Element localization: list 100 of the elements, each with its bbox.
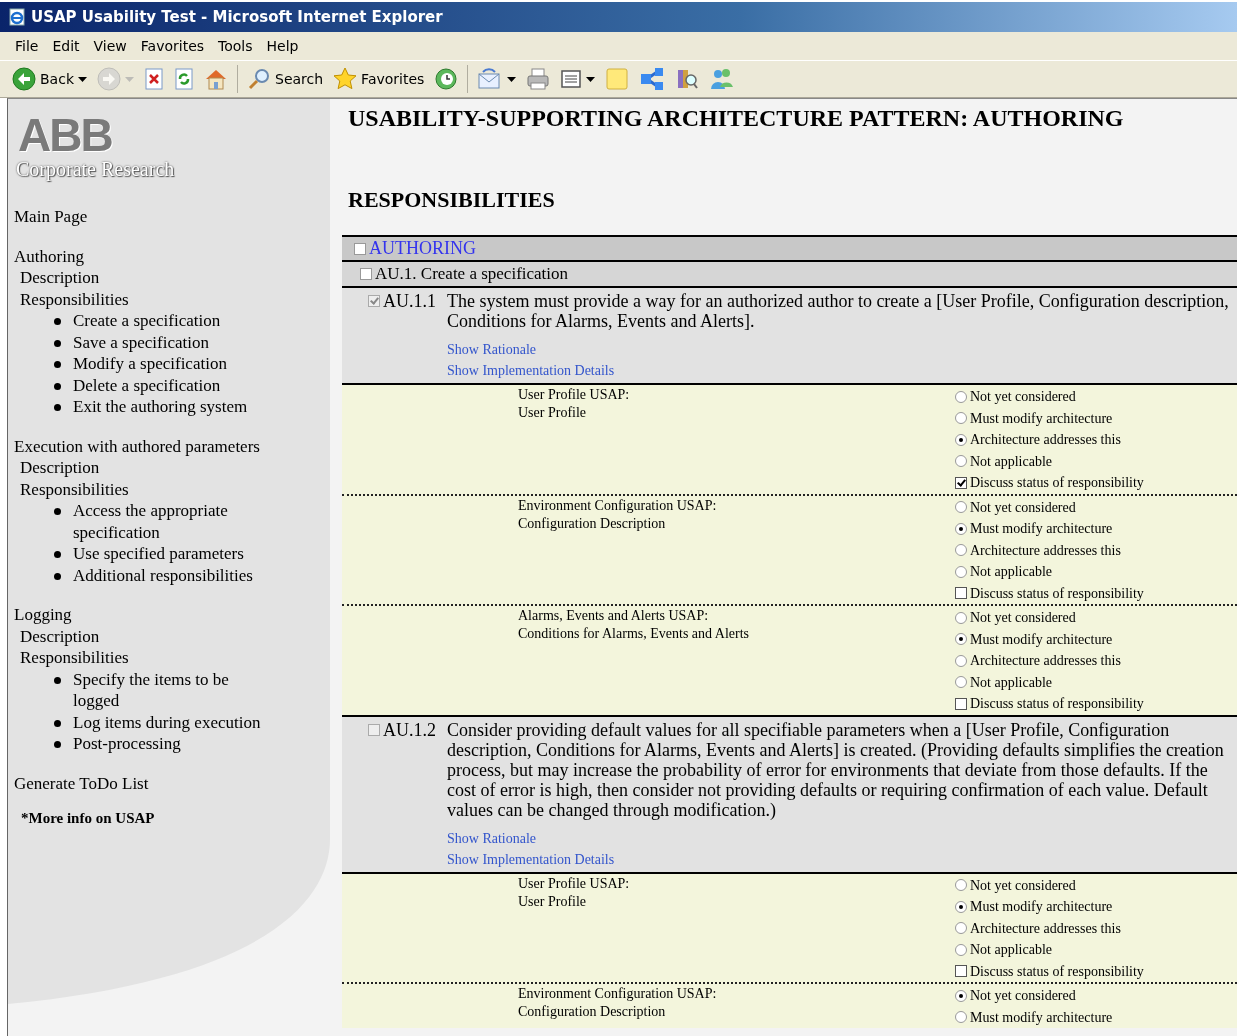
responsibility-link[interactable]: Modify a specification xyxy=(73,353,263,375)
bullet-icon xyxy=(54,572,61,580)
option-label: Discuss status of responsibility xyxy=(970,962,1144,981)
radio-button[interactable] xyxy=(955,455,967,468)
sub-link[interactable]: Responsibilities xyxy=(20,478,129,500)
menu-item[interactable]: Tools xyxy=(211,38,260,54)
usap-subtitle: Configuration Description xyxy=(518,1003,666,1021)
show-link[interactable]: Show Rationale xyxy=(447,339,537,360)
todo-link[interactable]: Generate ToDo List xyxy=(14,772,149,794)
option-label: Not applicable xyxy=(970,452,1053,471)
menu-item[interactable]: Edit xyxy=(45,38,87,54)
checkbox[interactable] xyxy=(354,242,366,255)
radio-button[interactable] xyxy=(955,922,967,935)
checkbox[interactable] xyxy=(955,476,967,489)
option-label: Not yet considered xyxy=(970,388,1076,406)
radio-button[interactable] xyxy=(955,544,967,557)
star-icon xyxy=(333,67,358,91)
usap-subtitle: Configuration Description xyxy=(518,514,666,533)
menu-item[interactable]: View xyxy=(86,38,134,54)
sub-link[interactable]: Description xyxy=(20,267,100,289)
option-label: Must modify architecture xyxy=(970,1008,1113,1027)
responsibility-link[interactable]: Additional responsibilities xyxy=(73,564,263,586)
radio-button[interactable] xyxy=(955,900,967,913)
sub-link[interactable]: Responsibilities xyxy=(20,288,129,310)
radio-button[interactable] xyxy=(955,989,967,1002)
menu-item[interactable]: Help xyxy=(259,38,306,54)
book-icon xyxy=(675,67,700,91)
sub-link[interactable]: Description xyxy=(20,625,100,647)
responsibility-link[interactable]: Post-processing xyxy=(73,733,263,755)
show-link[interactable]: Show Implementation Details xyxy=(447,848,615,870)
usap-subtitle: Conditions for Alarms, Events and Alerts xyxy=(518,625,749,643)
checkbox[interactable] xyxy=(368,295,380,307)
radio-button[interactable] xyxy=(955,1011,967,1024)
checkbox[interactable] xyxy=(955,697,967,710)
share-icon xyxy=(639,67,666,91)
responsibility-link[interactable]: Specify the items to be logged xyxy=(73,668,263,712)
search-button[interactable]: Search xyxy=(243,65,328,93)
bullet-icon xyxy=(54,676,61,684)
section-link[interactable]: Authoring xyxy=(14,245,84,267)
caret-icon xyxy=(125,76,134,82)
radio-button[interactable] xyxy=(955,654,967,667)
bullet-icon xyxy=(54,719,61,727)
responsibility-text: The system must provide a way for an authorized author to create a [User Profile, Configuration description, Conditions for Alarms, Events and Alerts]. xyxy=(447,291,1230,331)
usap-title: Environment Configuration USAP: xyxy=(518,985,717,1003)
logo: ABB xyxy=(18,113,112,157)
option-label: Must modify architecture xyxy=(970,520,1113,538)
checkbox[interactable] xyxy=(360,268,372,280)
radio-button[interactable] xyxy=(955,501,967,514)
checkbox[interactable] xyxy=(368,723,380,736)
bullet-icon xyxy=(54,382,61,390)
radio-button[interactable] xyxy=(955,522,967,535)
option-label: Must modify architecture xyxy=(970,630,1113,649)
printer-icon xyxy=(526,67,551,91)
show-link[interactable]: Show Implementation Details xyxy=(447,360,615,381)
bullet-icon xyxy=(54,339,61,347)
responsibility-link[interactable]: Access the appropriate specification xyxy=(73,500,263,543)
radio-button[interactable] xyxy=(955,611,967,624)
favorites-button[interactable]: Favorites xyxy=(329,65,429,93)
option-label: Architecture addresses this xyxy=(970,541,1121,560)
radio-button[interactable] xyxy=(955,390,967,403)
checkbox[interactable] xyxy=(955,587,967,600)
window-title: USAP Usability Test - Microsoft Internet Explorer xyxy=(31,8,443,26)
menu-item[interactable]: File xyxy=(8,38,46,54)
option-label: Discuss status of responsibility xyxy=(970,474,1144,492)
show-link[interactable]: Show Rationale xyxy=(447,827,537,849)
more-info-link[interactable]: *More info on USAP xyxy=(21,808,155,830)
responsibility-link[interactable]: Log items during execution xyxy=(73,711,263,733)
option-label: Not yet considered xyxy=(970,987,1076,1005)
radio-button[interactable] xyxy=(955,412,967,425)
section-link[interactable]: Logging xyxy=(14,604,72,626)
responsibility-link[interactable]: Delete a specification xyxy=(73,374,263,396)
bullet-icon xyxy=(54,741,61,748)
section-link[interactable]: Execution with authored parameters xyxy=(14,435,260,457)
menu-item[interactable]: Favorites xyxy=(133,38,212,54)
radio-button[interactable] xyxy=(955,879,967,892)
people-icon xyxy=(709,67,736,91)
radio-button[interactable] xyxy=(955,633,967,646)
refresh-icon xyxy=(174,68,194,90)
bullet-icon xyxy=(54,404,61,411)
caret-icon xyxy=(586,76,596,82)
sub-link[interactable]: Responsibilities xyxy=(20,647,129,669)
sub-link[interactable]: Description xyxy=(20,457,100,479)
responsibility-link[interactable]: Exit the authoring system xyxy=(73,396,263,418)
main-page-link[interactable]: Main Page xyxy=(14,206,88,228)
responsibility-link[interactable]: Create a specification xyxy=(73,310,263,332)
category-link[interactable]: AUTHORING xyxy=(369,238,476,259)
back-button[interactable]: Back xyxy=(8,65,91,93)
responsibility-link[interactable]: Save a specification xyxy=(73,331,263,353)
radio-button[interactable] xyxy=(955,943,967,956)
radio-button[interactable] xyxy=(955,676,967,689)
responsibility-text: Consider providing default values for all specifiable parameters when a [User Profile, Configuration description, Conditions for Alarms, Events and Alerts] is created. (Providing defaults simplifies the creation process, but may increase the probability of error for environments that deviate from those defaults. If the cost of error is high, then consider not providing defaults or requiring confirmation of each value. Default values can be changed through modification.) xyxy=(447,719,1225,820)
logo-subtitle: Corporate Research xyxy=(16,157,175,181)
checkbox[interactable] xyxy=(955,965,967,978)
radio-button[interactable] xyxy=(955,433,967,446)
home-icon xyxy=(204,67,228,91)
usap-subtitle: User Profile xyxy=(518,892,587,911)
radio-button[interactable] xyxy=(955,565,967,578)
responsibility-link[interactable]: Use specified parameters xyxy=(73,543,263,565)
usap-subtitle: User Profile xyxy=(518,404,587,422)
search-icon xyxy=(247,67,271,91)
